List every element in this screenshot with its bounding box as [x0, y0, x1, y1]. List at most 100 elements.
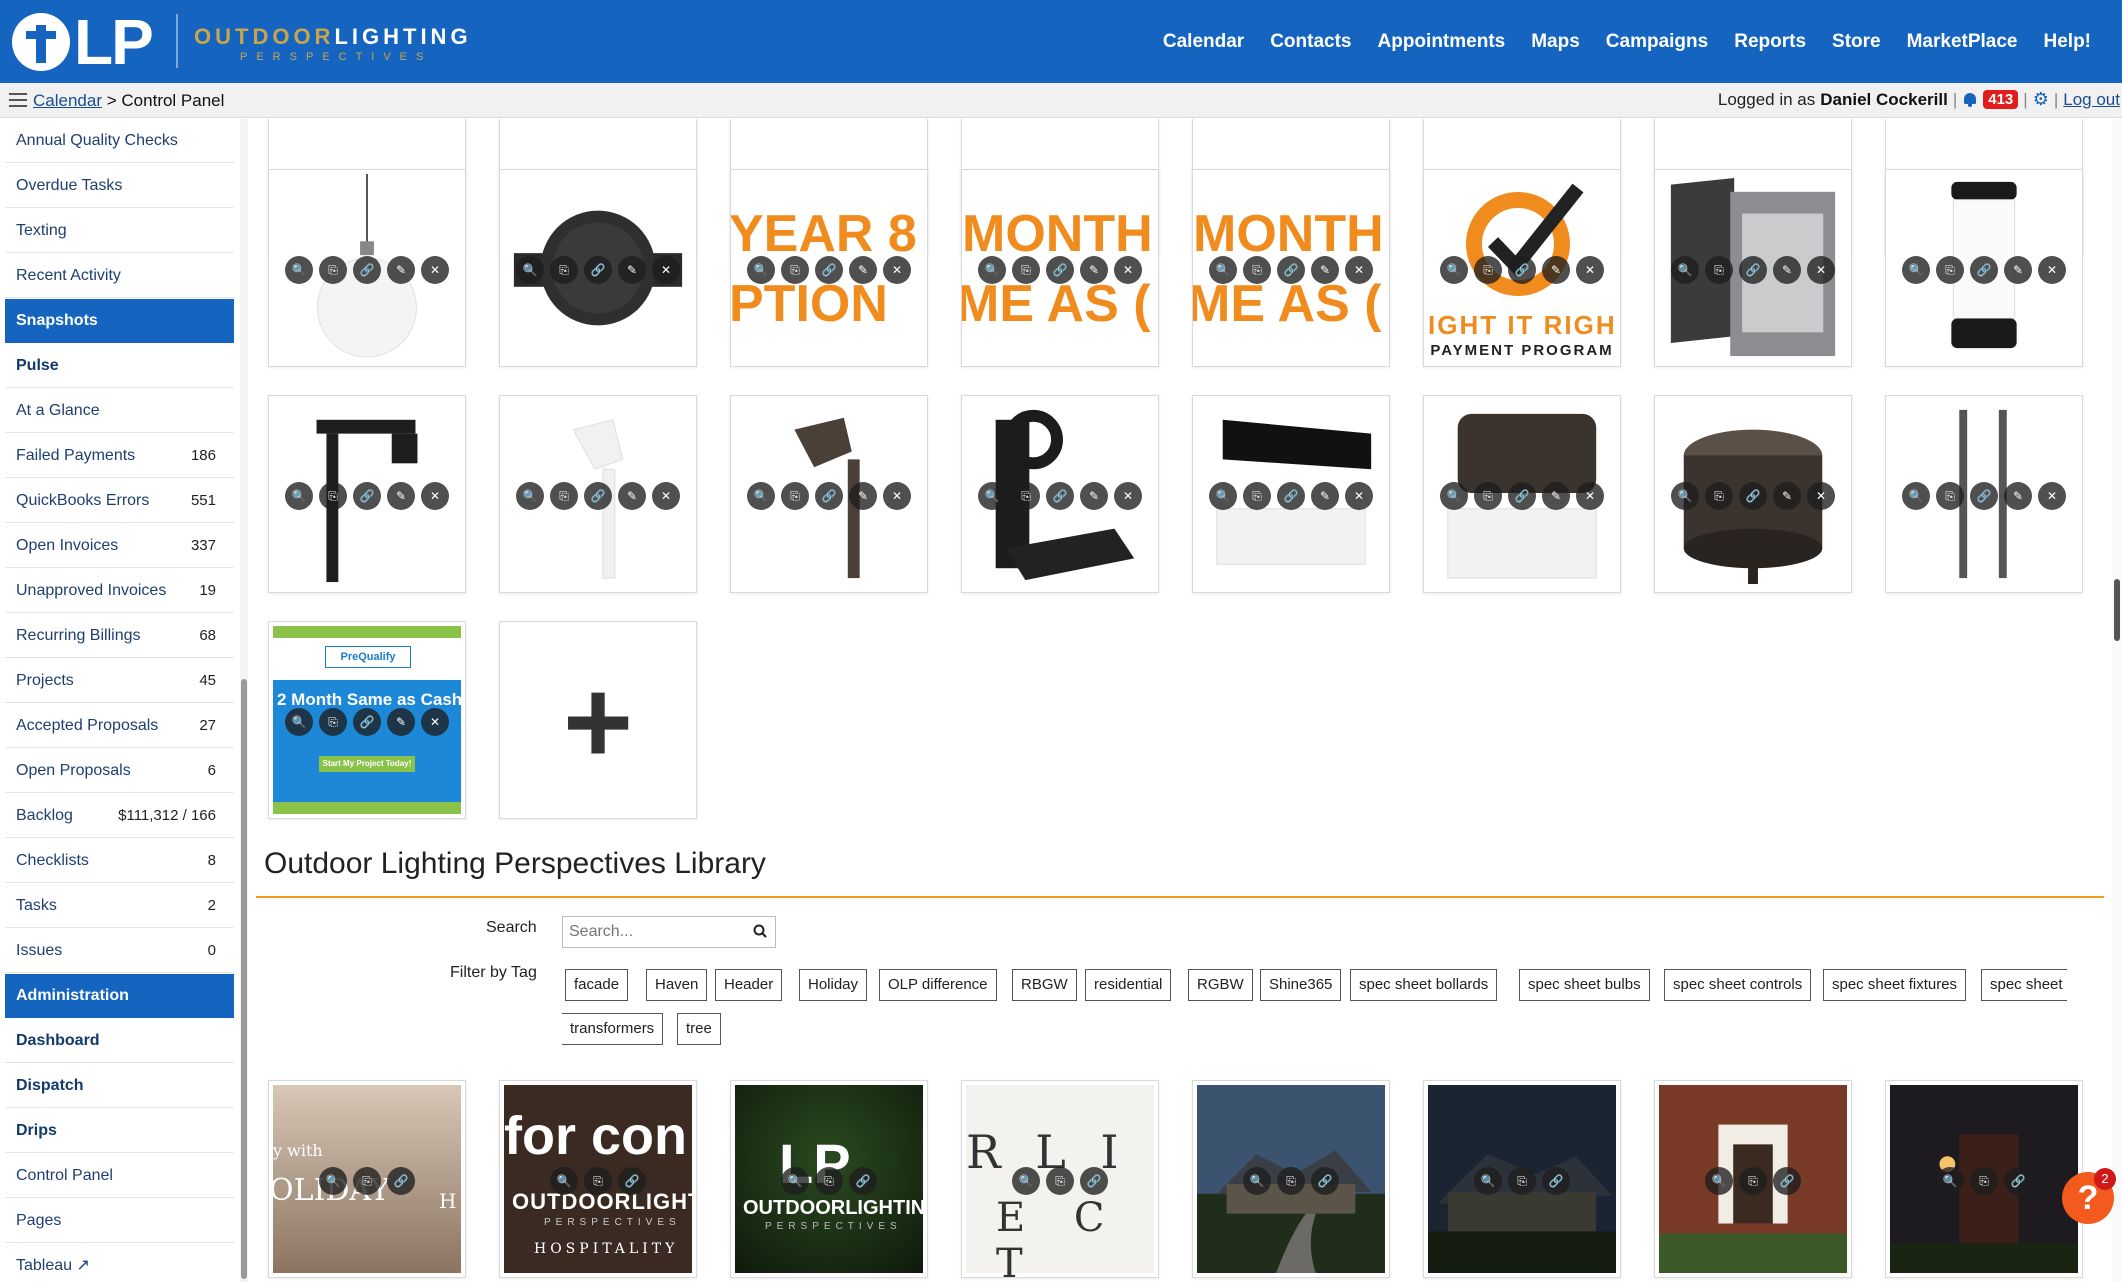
nav-maps[interactable]: Maps: [1518, 31, 1593, 53]
copy-icon[interactable]: ⎘: [1012, 256, 1040, 284]
delete-icon[interactable]: ✕: [1576, 482, 1604, 510]
delete-icon[interactable]: ✕: [883, 256, 911, 284]
library-tile-olp-logo[interactable]: LP OUTDOORLIGHTING PERSPECTIVES 🔍⎘🔗: [730, 1080, 928, 1278]
snapshot-tile-stakes[interactable]: 🔍 ⎘ 🔗 ✎ ✕: [1885, 395, 2083, 593]
zoom-icon[interactable]: 🔍: [1705, 1167, 1733, 1195]
tag-rbgw[interactable]: RBGW: [1012, 969, 1077, 1001]
copy-icon[interactable]: ⎘: [1705, 482, 1733, 510]
edit-icon[interactable]: ✎: [1311, 256, 1339, 284]
copy-icon[interactable]: ⎘: [550, 482, 578, 510]
zoom-icon[interactable]: 🔍: [1936, 1167, 1964, 1195]
snapshot-tile-month-2[interactable]: MONTH ME AS ( 🔍 ⎘ 🔗 ✎ ✕: [1192, 169, 1390, 367]
copy-icon[interactable]: ⎘: [353, 1167, 381, 1195]
sidebar-item-dispatch[interactable]: Dispatch: [5, 1064, 234, 1108]
sidebar-item-projects[interactable]: Projects 45: [5, 659, 234, 703]
edit-icon[interactable]: ✎: [387, 482, 415, 510]
sidebar-item-dashboard[interactable]: Dashboard: [5, 1019, 234, 1063]
delete-icon[interactable]: ✕: [421, 256, 449, 284]
edit-icon[interactable]: ✎: [2004, 482, 2032, 510]
tag-holiday[interactable]: Holiday: [799, 969, 868, 1001]
link-icon[interactable]: 🔗: [1970, 256, 1998, 284]
snapshot-tile-transformer-base[interactable]: 🔍 ⎘ 🔗 ✎ ✕: [499, 169, 697, 367]
tag-transformers[interactable]: transformers: [562, 1013, 664, 1045]
sidebar-item-tableau[interactable]: Tableau ↗: [5, 1244, 234, 1282]
copy-icon[interactable]: ⎘: [1936, 482, 1964, 510]
snapshot-tile-globe-light[interactable]: 🔍 ⎘ 🔗 ✎ ✕: [268, 169, 466, 367]
link-icon[interactable]: 🔗: [1277, 482, 1305, 510]
gear-icon[interactable]: ⚙: [2033, 89, 2049, 110]
tag-spec-sheet-fixtures[interactable]: spec sheet fixtures: [1823, 969, 1967, 1001]
zoom-icon[interactable]: 🔍: [978, 482, 1006, 510]
edit-icon[interactable]: ✎: [1080, 482, 1108, 510]
sidebar-item-recent-activity[interactable]: Recent Activity: [5, 254, 234, 298]
copy-icon[interactable]: ⎘: [1012, 482, 1040, 510]
copy-icon[interactable]: ⎘: [1474, 256, 1502, 284]
zoom-icon[interactable]: 🔍: [285, 708, 313, 736]
tag-shine365[interactable]: Shine365: [1260, 969, 1342, 1001]
link-icon[interactable]: 🔗: [584, 482, 612, 510]
search-input[interactable]: [563, 917, 741, 947]
zoom-icon[interactable]: 🔍: [1209, 482, 1237, 510]
snapshot-tile-white-spot[interactable]: 🔍 ⎘ 🔗 ✎ ✕: [499, 395, 697, 593]
snapshot-tile-lantern[interactable]: 🔍 ⎘ 🔗 ✎ ✕: [1885, 169, 2083, 367]
copy-icon[interactable]: ⎘: [319, 256, 347, 284]
tag-header[interactable]: Header: [715, 969, 783, 1001]
sidebar-item-snapshots[interactable]: Snapshots: [5, 299, 234, 343]
edit-icon[interactable]: ✎: [1311, 482, 1339, 510]
copy-icon[interactable]: ⎘: [1739, 1167, 1767, 1195]
sidebar-item-administration[interactable]: Administration: [5, 974, 234, 1018]
sidebar-item-accepted-proposals[interactable]: Accepted Proposals 27: [5, 704, 234, 748]
zoom-icon[interactable]: 🔍: [285, 482, 313, 510]
sidebar-item-backlog[interactable]: Backlog $111,312 / 166: [5, 794, 234, 838]
sidebar-item-pages[interactable]: Pages: [5, 1199, 234, 1243]
nav-store[interactable]: Store: [1819, 31, 1894, 53]
tag-spec-sheet-controls[interactable]: spec sheet controls: [1664, 969, 1812, 1001]
link-icon[interactable]: 🔗: [387, 1167, 415, 1195]
nav-contacts[interactable]: Contacts: [1257, 31, 1364, 53]
sidebar-item-quickbooks-errors[interactable]: QuickBooks Errors 551: [5, 479, 234, 523]
copy-icon[interactable]: ⎘: [781, 482, 809, 510]
add-snapshot-tile[interactable]: +: [499, 621, 697, 819]
link-icon[interactable]: 🔗: [1739, 256, 1767, 284]
notification-count[interactable]: 413: [1983, 90, 2019, 109]
snapshot-tile-wall-wash-black[interactable]: 🔍 ⎘ 🔗 ✎ ✕: [1192, 395, 1390, 593]
tag-facade[interactable]: facade: [565, 969, 629, 1001]
edit-icon[interactable]: ✎: [618, 256, 646, 284]
snapshot-tile-mount-bracket[interactable]: 🔍 ⎘ 🔗 ✎ ✕: [961, 395, 1159, 593]
snapshot-tile-wall-wash-bronze[interactable]: 🔍 ⎘ 🔗 ✎ ✕: [1423, 395, 1621, 593]
sidebar-item-drips[interactable]: Drips: [5, 1109, 234, 1153]
zoom-icon[interactable]: 🔍: [516, 482, 544, 510]
tag-tree[interactable]: tree: [677, 1013, 721, 1045]
delete-icon[interactable]: ✕: [2038, 256, 2066, 284]
zoom-icon[interactable]: 🔍: [1671, 256, 1699, 284]
link-icon[interactable]: 🔗: [1046, 256, 1074, 284]
link-icon[interactable]: 🔗: [353, 256, 381, 284]
zoom-icon[interactable]: 🔍: [978, 256, 1006, 284]
link-icon[interactable]: 🔗: [584, 256, 612, 284]
edit-icon[interactable]: ✎: [849, 256, 877, 284]
bell-icon[interactable]: [1962, 92, 1978, 108]
link-icon[interactable]: 🔗: [1970, 482, 1998, 510]
link-icon[interactable]: 🔗: [1739, 482, 1767, 510]
main-scrollbar[interactable]: [2112, 119, 2122, 1282]
sidebar-item-failed-payments[interactable]: Failed Payments 186: [5, 434, 234, 478]
sidebar-scrollbar[interactable]: [240, 119, 248, 1282]
library-tile-holiday[interactable]: y with OLIDAY H 🔍⎘🔗: [268, 1080, 466, 1278]
library-tile-brick-house[interactable]: 🔍 ⎘ 🔗: [1654, 1080, 1852, 1278]
sidebar-item-control-panel[interactable]: Control Panel: [5, 1154, 234, 1198]
zoom-icon[interactable]: 🔍: [1671, 482, 1699, 510]
snapshot-tile-control-box[interactable]: 🔍 ⎘ 🔗 ✎ ✕: [1654, 169, 1852, 367]
nav-calendar[interactable]: Calendar: [1150, 31, 1257, 53]
zoom-icon[interactable]: 🔍: [1440, 482, 1468, 510]
link-icon[interactable]: 🔗: [353, 708, 381, 736]
copy-icon[interactable]: ⎘: [1705, 256, 1733, 284]
zoom-icon[interactable]: 🔍: [747, 482, 775, 510]
copy-icon[interactable]: ⎘: [1508, 1167, 1536, 1195]
edit-icon[interactable]: ✎: [1773, 256, 1801, 284]
sidebar-scroll-thumb[interactable]: [241, 679, 247, 1279]
link-icon[interactable]: 🔗: [618, 1167, 646, 1195]
copy-icon[interactable]: ⎘: [781, 256, 809, 284]
copy-icon[interactable]: ⎘: [1936, 256, 1964, 284]
sidebar-item-open-invoices[interactable]: Open Invoices 337: [5, 524, 234, 568]
edit-icon[interactable]: ✎: [1080, 256, 1108, 284]
